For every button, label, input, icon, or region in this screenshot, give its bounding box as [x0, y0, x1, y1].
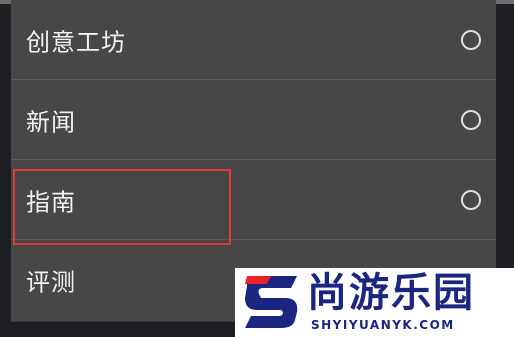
radio-button-icon[interactable] — [461, 29, 481, 50]
option-label: 创意工坊 — [26, 28, 126, 56]
option-row-workshop[interactable]: 创意工坊 — [11, 0, 496, 80]
radio-button-icon[interactable] — [461, 109, 481, 130]
option-label: 新闻 — [26, 108, 76, 136]
watermark-logo-icon — [245, 276, 298, 328]
option-row-news[interactable]: 新闻 — [11, 80, 496, 160]
highlight-box — [13, 169, 231, 245]
watermark-url: SHYIYUANYK.COM — [311, 318, 455, 332]
watermark: 尚游乐园 SHYIYUANYK.COM — [235, 268, 514, 337]
option-label: 评测 — [26, 268, 76, 296]
watermark-title: 尚游乐园 — [307, 270, 475, 316]
radio-button-icon[interactable] — [461, 189, 481, 210]
